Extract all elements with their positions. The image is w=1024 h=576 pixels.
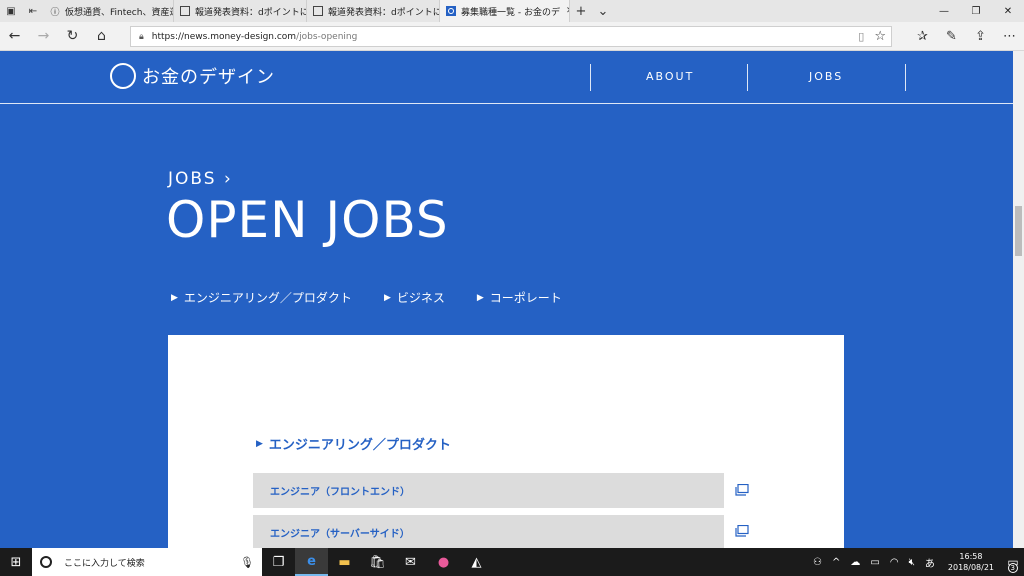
- category-label: ビジネス: [396, 291, 445, 305]
- microphone-icon[interactable]: 🎙︎: [240, 556, 254, 569]
- wifi-icon[interactable]: ◠: [890, 557, 899, 568]
- clock[interactable]: 16:58 2018/08/21: [948, 551, 994, 573]
- nav-divider: [747, 64, 748, 91]
- page-title: OPEN JOBS: [166, 191, 449, 249]
- minimize-icon[interactable]: —: [928, 6, 960, 17]
- breadcrumb-arrow-icon: ›: [223, 169, 233, 189]
- category-link-business[interactable]: ▶ ビジネス: [384, 289, 445, 306]
- section-heading-text: エンジニアリング／プロダクト: [268, 438, 451, 453]
- notification-count: 3: [1007, 563, 1018, 573]
- tab-4-active[interactable]: 募集職種一覧 - お金のデ ✕: [440, 0, 570, 22]
- triangle-right-icon: ▶: [171, 292, 178, 303]
- more-menu-icon[interactable]: ⋯: [995, 22, 1024, 51]
- site-logo[interactable]: お金のデザイン: [110, 63, 275, 89]
- url-domain: https://news.money-design.com: [151, 31, 297, 42]
- system-tray: ⚇ ^ ☁ ▭ ◠ 🔇︎ あ 16:58 2018/08/21 ▭ 3: [808, 548, 1024, 576]
- favorites-hub-icon[interactable]: ✰: [908, 22, 937, 51]
- clock-date: 2018/08/21: [947, 563, 994, 572]
- logo-text: お金のデザイン: [142, 67, 275, 88]
- pinned-app-icon-2[interactable]: ◭: [460, 548, 493, 576]
- site-favicon: [446, 6, 456, 16]
- lock-icon: 🔒︎: [139, 31, 144, 42]
- task-view-icon[interactable]: ❐: [262, 548, 295, 576]
- page-icon: [180, 6, 190, 16]
- store-icon[interactable]: 🛍︎: [361, 548, 394, 576]
- share-icon[interactable]: ⇪: [966, 22, 995, 51]
- tab-title: 報道発表資料：dポイントによ: [328, 7, 440, 18]
- category-label: エンジニアリング／プロダクト: [183, 291, 352, 305]
- mail-icon[interactable]: ✉: [394, 548, 427, 576]
- breadcrumb: JOBS ›: [168, 169, 233, 189]
- nav-divider: [590, 64, 591, 91]
- back-arrow-icon[interactable]: ←: [0, 22, 29, 51]
- job-title: エンジニア（サーバーサイド）: [270, 529, 410, 540]
- taskbar-search-box[interactable]: ここに入力して検索 🎙︎: [32, 548, 262, 576]
- forward-arrow-icon[interactable]: →: [29, 22, 58, 51]
- close-tab-icon[interactable]: ✕: [560, 6, 569, 16]
- volume-muted-icon[interactable]: 🔇︎: [909, 557, 915, 568]
- web-page: お金のデザイン ABOUT JOBS JOBS › OPEN JOBS ▶ エン…: [0, 51, 1013, 548]
- triangle-right-icon: ▶: [476, 292, 484, 303]
- nav-divider: [905, 64, 906, 91]
- windows-taskbar: ⊞ ここに入力して検索 🎙︎ ❐ e ▬ 🛍︎ ✉ ● ◭ ⚇ ^ ☁ ▭ ◠ …: [0, 548, 1024, 576]
- action-center-icon[interactable]: ▭ 3: [1002, 548, 1024, 576]
- category-label: コーポレート: [489, 291, 562, 305]
- favorite-star-icon[interactable]: ☆: [874, 29, 886, 44]
- clock-time: 16:58: [959, 552, 983, 561]
- refresh-icon[interactable]: ↻: [58, 22, 87, 51]
- page-icon: [313, 6, 323, 16]
- web-note-icon[interactable]: ✎: [937, 22, 966, 51]
- close-window-icon[interactable]: ✕: [992, 6, 1024, 17]
- job-row-frontend[interactable]: エンジニア（フロントエンド）: [253, 473, 724, 508]
- search-placeholder: ここに入力して検索: [64, 558, 145, 569]
- pinned-app-icon[interactable]: ●: [427, 548, 460, 576]
- category-links: ▶ エンジニアリング／プロダクト ▶ ビジネス ▶ コーポレート: [171, 289, 594, 306]
- set-aside-tabs-icon[interactable]: ⇤: [22, 0, 44, 22]
- restore-icon[interactable]: ❐: [960, 6, 992, 17]
- edge-browser-icon[interactable]: e: [295, 548, 328, 576]
- onedrive-cloud-icon[interactable]: ☁: [850, 557, 860, 568]
- breadcrumb-jobs[interactable]: JOBS: [168, 169, 217, 189]
- tab-2[interactable]: 報道発表資料：dポイントによ: [174, 0, 307, 22]
- tab-preview-icon[interactable]: ▣: [0, 0, 22, 22]
- windows-start-icon[interactable]: ⊞: [0, 548, 32, 576]
- url-path: /jobs-opening: [296, 31, 358, 42]
- job-row-serverside[interactable]: エンジニア（サーバーサイド）: [253, 515, 724, 548]
- home-icon[interactable]: ⌂: [87, 22, 116, 51]
- section-heading: ▶ エンジニアリング／プロダクト: [256, 434, 451, 453]
- file-explorer-icon[interactable]: ▬: [328, 548, 361, 576]
- jobs-panel: ▶ エンジニアリング／プロダクト エンジニア（フロントエンド） エンジニア（サー…: [168, 335, 844, 548]
- show-hidden-icons-chevron-icon[interactable]: ^: [832, 557, 840, 568]
- triangle-right-icon: ▶: [256, 438, 263, 449]
- tab-title: 募集職種一覧 - お金のデ: [461, 7, 560, 18]
- window-controls: — ❐ ✕: [928, 6, 1024, 17]
- external-link-icon[interactable]: [735, 484, 749, 496]
- logo-circle-icon: [110, 63, 136, 89]
- browser-tab-bar: ▣ ⇤ ⓘ 仮想通貨、Fintech、資産運用 報道発表資料：dポイントによ 報…: [0, 0, 1024, 22]
- info-icon: ⓘ: [50, 7, 60, 18]
- browser-toolbar: ← → ↻ ⌂ 🔒︎ https://news.money-design.com…: [0, 22, 1024, 51]
- reading-view-icon[interactable]: ▯: [858, 30, 864, 43]
- category-link-engineering[interactable]: ▶ エンジニアリング／プロダクト: [171, 289, 352, 306]
- vertical-scrollbar[interactable]: [1013, 51, 1024, 548]
- ime-indicator[interactable]: あ: [925, 555, 935, 570]
- scrollbar-thumb[interactable]: [1015, 206, 1022, 256]
- tab-list-chevron-icon[interactable]: ⌄: [592, 4, 614, 19]
- tab-1[interactable]: ⓘ 仮想通貨、Fintech、資産運用: [44, 0, 174, 22]
- new-tab-button[interactable]: +: [570, 4, 592, 19]
- tab-3[interactable]: 報道発表資料：dポイントによ: [307, 0, 440, 22]
- nav-about-link[interactable]: ABOUT: [646, 70, 694, 83]
- address-bar[interactable]: 🔒︎ https://news.money-design.com/jobs-op…: [130, 26, 892, 47]
- cortana-icon: [40, 556, 52, 568]
- network-icon[interactable]: ▭: [870, 557, 879, 568]
- triangle-right-icon: ▶: [383, 292, 391, 303]
- people-icon[interactable]: ⚇: [813, 557, 822, 568]
- external-link-icon[interactable]: [735, 525, 749, 537]
- nav-jobs-link[interactable]: JOBS: [809, 70, 843, 83]
- tab-title: 仮想通貨、Fintech、資産運用: [65, 7, 173, 18]
- category-link-corporate[interactable]: ▶ コーポレート: [477, 289, 562, 306]
- site-header: お金のデザイン ABOUT JOBS: [0, 51, 1013, 104]
- job-title: エンジニア（フロントエンド）: [270, 487, 410, 498]
- tab-title: 報道発表資料：dポイントによ: [195, 7, 307, 18]
